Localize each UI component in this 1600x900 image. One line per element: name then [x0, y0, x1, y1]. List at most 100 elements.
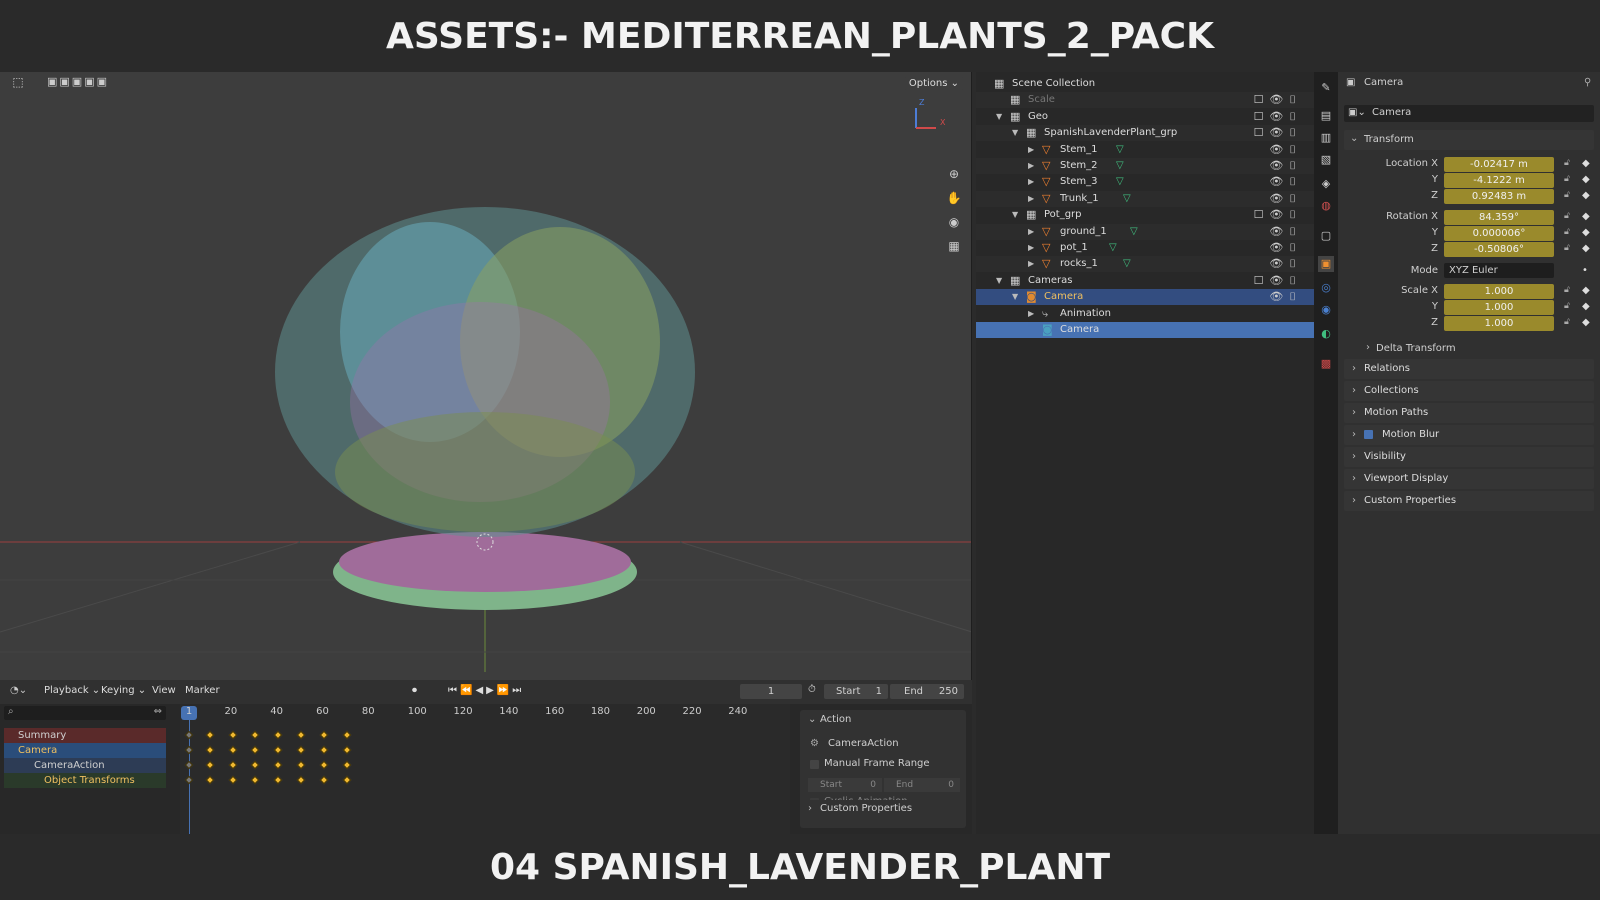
- expand-arrow-icon[interactable]: ▼: [996, 109, 1002, 125]
- pin-icon[interactable]: ⚲: [1584, 77, 1591, 88]
- expand-arrow-icon[interactable]: ▼: [996, 273, 1002, 289]
- rotation-mode-select[interactable]: XYZ Euler: [1444, 263, 1554, 278]
- expand-arrow-icon[interactable]: ▶: [1028, 174, 1034, 190]
- outliner-row[interactable]: ▶ ▽ pot_1 ▽ 👁︎⌷: [976, 240, 1314, 256]
- grid-perspective-icon[interactable]: ▦: [946, 238, 962, 254]
- outliner-row[interactable]: ▶ ▽ Trunk_1 ▽ 👁︎⌷: [976, 190, 1314, 207]
- location-y-field[interactable]: -4.1222 m: [1444, 173, 1554, 188]
- visibility-toggle-icons[interactable]: 👁︎⌷: [1269, 142, 1302, 158]
- lock-icon[interactable]: 🔓︎: [1564, 285, 1570, 295]
- action-start-field[interactable]: Start 0: [808, 778, 882, 792]
- mesh-data-icon[interactable]: ▽: [1116, 174, 1124, 190]
- options-dropdown[interactable]: Options ⌄: [902, 77, 965, 90]
- keyframe-icon[interactable]: ◆: [1582, 158, 1590, 169]
- timeline-editor[interactable]: ◔⌄ Playback ⌄ Keying ⌄ View Marker ⏺ ⏮⏪◀…: [0, 680, 972, 834]
- keyframe-icon[interactable]: ◆: [1582, 211, 1590, 222]
- output-tab-icon[interactable]: ▥: [1318, 130, 1334, 146]
- dopesheet-area[interactable]: [180, 704, 790, 834]
- lock-icon[interactable]: 🔓︎: [1564, 317, 1570, 327]
- keyframe-dot-icon[interactable]: •: [1582, 265, 1588, 276]
- visibility-toggle-icons[interactable]: 👁︎⌷: [1269, 256, 1302, 272]
- record-icon[interactable]: ⏺: [412, 685, 417, 696]
- visibility-toggle-icons[interactable]: 👁︎⌷: [1269, 174, 1302, 190]
- expand-arrow-icon[interactable]: ▼: [1012, 125, 1018, 141]
- expand-arrow-icon[interactable]: ▶: [1028, 240, 1034, 256]
- motion-blur-panel[interactable]: Motion Blur: [1344, 425, 1594, 445]
- visibility-toggle-icons[interactable]: 👁︎⌷: [1269, 158, 1302, 174]
- channel-object-transforms[interactable]: Object Transforms: [4, 773, 166, 788]
- selection-mode-icons[interactable]: ▣▣▣▣▣: [38, 74, 118, 90]
- keyframe-icon[interactable]: ◆: [1582, 227, 1590, 238]
- collection-tab-icon[interactable]: ▢: [1318, 228, 1334, 244]
- manual-range-checkbox[interactable]: [810, 760, 819, 769]
- outliner-row[interactable]: ▦ Scale ☐👁︎⌷: [976, 92, 1314, 109]
- rotation-x-field[interactable]: 84.359°: [1444, 210, 1554, 225]
- keyframe-icon[interactable]: ◆: [1582, 285, 1590, 296]
- expand-arrow-icon[interactable]: ▶: [1028, 158, 1034, 174]
- tool-tab-icon[interactable]: ✎: [1318, 80, 1334, 96]
- outliner-row[interactable]: ▶ ▽ Stem_3 ▽ 👁︎⌷: [976, 174, 1314, 190]
- visibility-toggle-icons[interactable]: ☐👁︎⌷: [1254, 207, 1302, 223]
- expand-arrow-icon[interactable]: ▶: [1028, 306, 1034, 322]
- visibility-toggle-icons[interactable]: ☐👁︎⌷: [1254, 125, 1302, 141]
- playback-menu[interactable]: Playback ⌄: [44, 685, 100, 696]
- view-layer-tab-icon[interactable]: ▧: [1318, 152, 1334, 168]
- current-frame-field[interactable]: 1: [740, 684, 802, 699]
- marker-menu[interactable]: Marker: [185, 685, 220, 696]
- keyframe-icon[interactable]: ◆: [1582, 174, 1590, 185]
- mesh-data-icon[interactable]: ▽: [1123, 191, 1131, 207]
- location-z-field[interactable]: 0.92483 m: [1444, 189, 1554, 204]
- expand-arrow-icon[interactable]: ▶: [1028, 142, 1034, 158]
- visibility-toggle-icons[interactable]: 👁︎⌷: [1269, 289, 1302, 305]
- expand-arrow-icon[interactable]: ▶: [1028, 256, 1034, 272]
- keyframe-icon[interactable]: ◆: [1582, 317, 1590, 328]
- action-name[interactable]: CameraAction: [828, 738, 899, 749]
- select-tool-icon[interactable]: ⬚: [10, 74, 26, 90]
- scale-x-field[interactable]: 1.000: [1444, 284, 1554, 299]
- collections-panel[interactable]: Collections: [1344, 381, 1594, 401]
- modifier-tab-icon[interactable]: ◎: [1318, 280, 1334, 296]
- rotation-z-field[interactable]: -0.50806°: [1444, 242, 1554, 257]
- visibility-toggle-icons[interactable]: 👁︎⌷: [1269, 191, 1302, 207]
- relations-panel[interactable]: Relations: [1344, 359, 1594, 379]
- mesh-data-icon[interactable]: ▽: [1130, 224, 1138, 240]
- physics-tab-icon[interactable]: ◉: [1318, 302, 1334, 318]
- visibility-toggle-icons[interactable]: 👁︎⌷: [1269, 224, 1302, 240]
- outliner-row[interactable]: ▶ ▽ Stem_1 ▽ 👁︎⌷: [976, 142, 1314, 158]
- outliner-row[interactable]: ◙ Camera: [976, 322, 1314, 338]
- texture-tab-icon[interactable]: ▩: [1318, 356, 1334, 372]
- expand-arrow-icon[interactable]: ▼: [1012, 207, 1018, 223]
- object-name-field[interactable]: ▣⌄ Camera: [1344, 105, 1594, 122]
- outliner-row[interactable]: ▼ ◙ Camera 👁︎⌷: [976, 289, 1314, 306]
- mesh-data-icon[interactable]: ▽: [1123, 256, 1131, 272]
- camera-data-tab-icon[interactable]: ◐: [1318, 326, 1334, 342]
- transform-panel-header[interactable]: ⌄ Transform: [1344, 130, 1594, 150]
- view-menu[interactable]: View: [152, 685, 176, 696]
- 3d-viewport[interactable]: ⬚ ▣▣▣▣▣ Options ⌄ Z X ⊕ ✋ ◉ ▦: [0, 72, 972, 680]
- outliner-row[interactable]: ▶ ⤷ Animation: [976, 306, 1314, 322]
- keyframe-icon[interactable]: ◆: [1582, 301, 1590, 312]
- expand-arrow-icon[interactable]: ▼: [1012, 289, 1018, 305]
- outliner-row[interactable]: ▦ Scene Collection: [976, 76, 1314, 92]
- visibility-toggle-icons[interactable]: ☐👁︎⌷: [1254, 273, 1302, 289]
- lock-icon[interactable]: 🔓︎: [1564, 243, 1570, 253]
- visibility-toggle-icons[interactable]: ☐👁︎⌷: [1254, 109, 1302, 125]
- visibility-toggle-icons[interactable]: 👁︎⌷: [1269, 240, 1302, 256]
- location-x-field[interactable]: -0.02417 m: [1444, 157, 1554, 172]
- lock-icon[interactable]: 🔓︎: [1564, 301, 1570, 311]
- lock-icon[interactable]: 🔓︎: [1564, 211, 1570, 221]
- visibility-panel[interactable]: Visibility: [1344, 447, 1594, 467]
- scene-tab-icon[interactable]: ◈: [1318, 176, 1334, 192]
- outliner-row[interactable]: ▶ ▽ ground_1 ▽ 👁︎⌷: [976, 223, 1314, 240]
- zoom-icon[interactable]: ⊕: [946, 166, 962, 182]
- visibility-toggle-icons[interactable]: ☐👁︎⌷: [1254, 92, 1302, 108]
- current-frame-marker[interactable]: 1: [181, 706, 197, 720]
- scale-y-field[interactable]: 1.000: [1444, 300, 1554, 315]
- motion-paths-panel[interactable]: Motion Paths: [1344, 403, 1594, 423]
- playback-controls-icon[interactable]: ⏮⏪◀▶⏩⏭: [448, 685, 524, 696]
- channel-search-input[interactable]: ⌕ ⇔: [4, 706, 166, 720]
- object-tab-icon[interactable]: ▣: [1318, 256, 1334, 272]
- keying-menu[interactable]: Keying ⌄: [101, 685, 146, 696]
- channel-camera[interactable]: Camera: [4, 743, 166, 758]
- pan-hand-icon[interactable]: ✋: [946, 190, 962, 206]
